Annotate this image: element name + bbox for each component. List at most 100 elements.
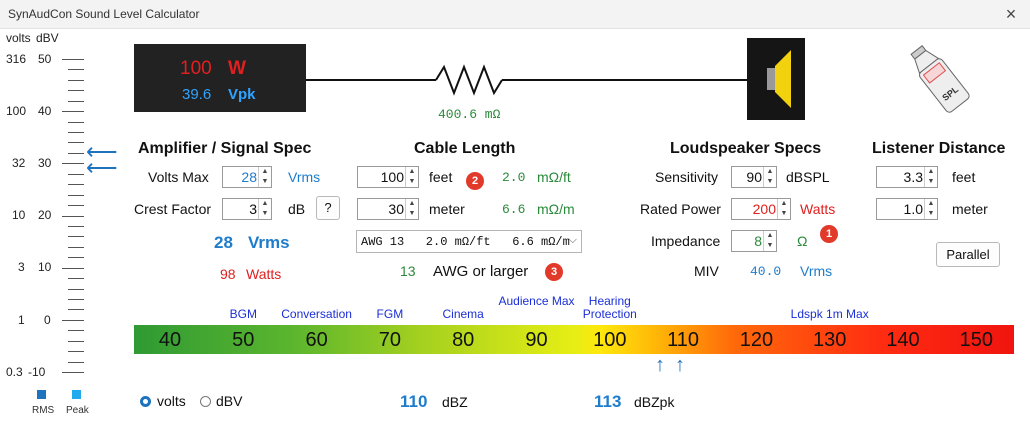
event-label: Cinema bbox=[442, 307, 484, 321]
meter-tick bbox=[68, 309, 84, 311]
volts-max-input[interactable]: 28 ▲ ▼ bbox=[222, 166, 272, 188]
spinner-arrows-icon[interactable]: ▲ ▼ bbox=[405, 199, 418, 219]
spinner-arrows-icon[interactable]: ▲ ▼ bbox=[777, 199, 790, 219]
cable-meter-input[interactable]: 30 ▲ ▼ bbox=[357, 198, 419, 220]
impedance-input[interactable]: 8 ▲ ▼ bbox=[731, 230, 777, 252]
meter-tick bbox=[68, 298, 84, 300]
meter-tick bbox=[68, 90, 84, 92]
cable-ft-resistance: 2.0 bbox=[502, 170, 526, 185]
cable-meter-unit: meter bbox=[429, 201, 465, 217]
meter-dbv-label: 0 bbox=[44, 313, 51, 327]
scale-number: 50 bbox=[232, 329, 255, 351]
help-button[interactable]: ? bbox=[316, 196, 340, 220]
rated-power-label: Rated Power bbox=[640, 201, 721, 217]
meter-tick bbox=[68, 152, 84, 154]
meter-tick bbox=[68, 142, 84, 144]
sensitivity-value: 90 bbox=[746, 169, 762, 185]
peak-level-arrow-icon: ⟵ bbox=[86, 155, 118, 180]
meter-major-tick bbox=[62, 59, 84, 60]
scale-number: 100 bbox=[593, 329, 627, 351]
crest-factor-value: 3 bbox=[249, 201, 257, 217]
meter-dbv-label: 10 bbox=[38, 260, 52, 274]
parallel-button[interactable]: Parallel bbox=[936, 242, 1000, 267]
listener-meter-value: 1.0 bbox=[903, 201, 923, 217]
volts-radio-label[interactable]: volts bbox=[157, 393, 186, 409]
spinner-arrows-icon[interactable]: ▲ ▼ bbox=[924, 167, 937, 187]
cable-feet-value: 100 bbox=[380, 169, 404, 185]
meter-tick bbox=[68, 351, 84, 353]
volts-radio[interactable] bbox=[140, 396, 151, 407]
chevron-down-icon: ⌵ bbox=[568, 234, 577, 246]
meter-tick bbox=[68, 69, 84, 71]
scale-number: 80 bbox=[452, 329, 475, 351]
meter-tick bbox=[68, 205, 84, 207]
scale-number: 70 bbox=[378, 329, 402, 351]
cable-m-resistance: 6.6 bbox=[502, 202, 526, 217]
rated-power-value: 200 bbox=[752, 201, 776, 217]
meter-major-tick bbox=[62, 215, 84, 217]
miv-label: MIV bbox=[694, 263, 719, 279]
spinner-arrows-icon[interactable]: ▲ ▼ bbox=[258, 167, 271, 187]
meter-tick bbox=[68, 246, 84, 248]
rms-legend-label: RMS bbox=[32, 405, 55, 416]
scale-number: 40 bbox=[158, 329, 182, 351]
rated-power-input[interactable]: 200 ▲ ▼ bbox=[731, 198, 791, 220]
amplifier-header: Amplifier / Signal Spec bbox=[138, 140, 312, 157]
dbv-radio-label[interactable]: dBV bbox=[216, 393, 242, 409]
cable-meter-value: 30 bbox=[388, 201, 404, 217]
meter-tick bbox=[68, 236, 84, 238]
amp-vpk-unit: Vpk bbox=[228, 86, 256, 103]
close-icon[interactable]: × bbox=[1000, 4, 1022, 24]
spinner-arrows-icon[interactable]: ▲ ▼ bbox=[763, 231, 776, 251]
rms-legend-swatch bbox=[37, 390, 46, 399]
meter-major-tick bbox=[62, 163, 84, 165]
sensitivity-unit: dBSPL bbox=[786, 169, 830, 185]
meter-tick bbox=[68, 79, 84, 81]
meter-volts-label: 10 bbox=[12, 208, 26, 222]
crest-factor-unit: dB bbox=[288, 201, 306, 217]
watts-result-unit: Watts bbox=[246, 266, 282, 282]
volts-header: volts bbox=[6, 31, 31, 45]
spinner-arrows-icon[interactable]: ▲ ▼ bbox=[405, 167, 418, 187]
sensitivity-input[interactable]: 90 ▲ ▼ bbox=[731, 166, 777, 188]
dbz-unit: dBZ bbox=[442, 394, 468, 410]
listener-meter-unit: meter bbox=[952, 201, 988, 217]
spinner-arrows-icon[interactable]: ▲ ▼ bbox=[924, 199, 937, 219]
cable-header: Cable Length bbox=[414, 140, 516, 157]
meter-major-tick bbox=[62, 267, 84, 269]
meter-volts-label: 316 bbox=[6, 52, 27, 66]
meter-volts-label: 0.3 bbox=[6, 365, 23, 379]
cable-feet-unit: feet bbox=[429, 169, 453, 185]
badge-3: 3 bbox=[545, 263, 563, 281]
sensitivity-label: Sensitivity bbox=[655, 169, 719, 185]
listener-meter-input[interactable]: 1.0 ▲ ▼ bbox=[876, 198, 938, 220]
listener-feet-unit: feet bbox=[952, 169, 976, 185]
meter-tick bbox=[68, 361, 84, 363]
cable-feet-input[interactable]: 100 ▲ ▼ bbox=[357, 166, 419, 188]
meter-tick bbox=[68, 330, 84, 332]
meter-tick bbox=[68, 184, 84, 186]
scale-number: 120 bbox=[739, 329, 774, 351]
meter-tick bbox=[68, 278, 84, 280]
meter-major-tick bbox=[62, 319, 84, 321]
event-label: Hearing Protection bbox=[582, 294, 637, 321]
cable-resistor-diagram bbox=[306, 64, 748, 96]
spl-meter-icon: SPL bbox=[910, 45, 970, 113]
meter-dbv-label: 50 bbox=[38, 52, 52, 66]
awg-select-value: AWG 13 2.0 mΩ/ft 6.6 mΩ/m bbox=[361, 235, 570, 249]
meter-dbv-label: 40 bbox=[38, 104, 52, 118]
meter-major-tick bbox=[62, 111, 84, 113]
crest-factor-input[interactable]: 3 ▲ ▼ bbox=[222, 198, 272, 220]
dbz-value: 110 bbox=[400, 392, 428, 411]
amplifier-display: 100 W 39.6 Vpk bbox=[134, 44, 306, 112]
volts-max-label: Volts Max bbox=[148, 169, 209, 185]
awg-select[interactable]: AWG 13 2.0 mΩ/ft 6.6 mΩ/m ⌵ bbox=[356, 230, 582, 253]
dbv-radio[interactable] bbox=[200, 396, 211, 407]
meter-volts-label: 3 bbox=[18, 260, 25, 274]
spinner-arrows-icon[interactable]: ▲ ▼ bbox=[763, 167, 776, 187]
scale-number: 110 bbox=[667, 329, 700, 351]
meter-tick bbox=[68, 194, 84, 196]
window-title: SynAudCon Sound Level Calculator bbox=[8, 7, 200, 21]
listener-feet-input[interactable]: 3.3 ▲ ▼ bbox=[876, 166, 938, 188]
spinner-arrows-icon[interactable]: ▲ ▼ bbox=[258, 199, 271, 219]
